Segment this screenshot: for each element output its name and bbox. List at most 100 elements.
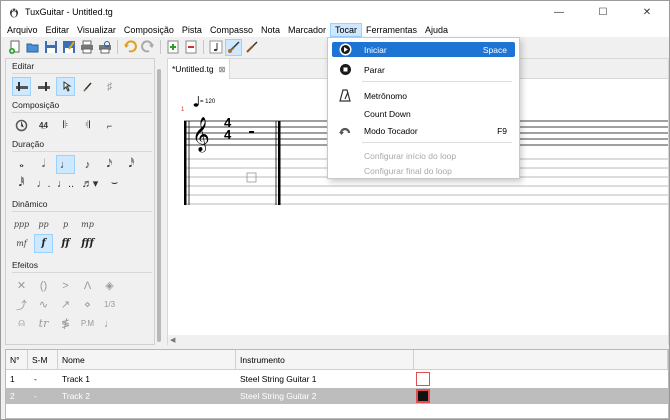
sixteenth-note-button[interactable]: 𝅘𝅥𝅯 [100,155,119,174]
trill-button[interactable]: 1/3 [100,295,119,314]
dynamic-pp-button[interactable]: pp [34,215,53,234]
add-track-button[interactable] [164,39,181,56]
save-button[interactable] [42,39,59,56]
menu-ajuda[interactable]: Ajuda [421,23,452,37]
save-as-button[interactable] [60,39,77,56]
pencil-mode-button[interactable] [78,77,97,96]
tapping-button[interactable]: ⍝ [12,314,31,333]
menu-tocar[interactable]: Tocar [330,23,363,37]
tie-button[interactable]: ⌣ [105,174,124,193]
new-file-button[interactable] [6,39,23,56]
sixty-fourth-note-button[interactable]: 𝅘𝅥𝅱 [12,174,31,193]
menu-visualizar[interactable]: Visualizar [73,23,120,37]
dynamic-p-button[interactable]: p [56,215,75,234]
track-solo-mute[interactable]: - [30,371,37,387]
eighth-note-button[interactable]: ♪ [78,155,97,174]
close-button[interactable]: ✕ [625,1,669,23]
track-row[interactable]: 1 - Track 1 Steel String Guitar 1 [6,371,414,387]
harmonic-button[interactable]: ◈ [100,276,119,295]
open-file-button[interactable] [24,39,41,56]
save-disk-icon [44,41,57,53]
menu-marcador[interactable]: Marcador [284,23,330,37]
tuxguitar-logo-icon [10,8,18,18]
header-instrument[interactable]: Instrumento [236,350,414,370]
hammer-button[interactable]: ⋄ [78,295,97,314]
score-horizontal-scrollbar[interactable]: ◀ [168,335,668,345]
tremolo-picking-button[interactable]: ≸ [56,314,75,333]
tremolo-button[interactable]: tr [34,314,53,333]
menu-item-parar[interactable]: Parar [332,62,515,77]
tuplet-button[interactable]: ♬▾ [78,174,102,193]
redo-button[interactable] [139,39,156,56]
tab-close-icon[interactable]: ⊠ [219,65,226,74]
tab-untitled[interactable]: *Untitled.tg ⊠ [168,59,230,79]
select-mode-button[interactable] [56,77,75,96]
edit-mode-button[interactable] [243,39,260,56]
undo-icon [123,40,137,53]
dynamic-mf-button[interactable]: mf [12,234,31,253]
remove-beat-button[interactable] [34,77,53,96]
tablature-view-button[interactable] [225,38,242,56]
bend-button[interactable]: ⤴ [12,295,31,314]
menu-item-config-inicio-loop[interactable]: Configurar início do loop [332,148,515,163]
track-solo-mute[interactable]: - [30,388,37,404]
menu-nota[interactable]: Nota [257,23,284,37]
dead-note-button[interactable]: ✕ [12,276,31,295]
menu-item-modo-tocador[interactable]: Modo Tocador F9 [332,123,515,138]
menu-arquivo[interactable]: Arquivo [3,23,42,37]
thirty-second-note-button[interactable]: 𝅘𝅥𝅰 [122,155,141,174]
minimize-button[interactable]: — [537,1,581,23]
insert-beat-button[interactable] [12,77,31,96]
timeline-measure-cell[interactable] [416,389,430,403]
remove-track-button[interactable] [182,39,199,56]
half-note-button[interactable]: 𝅗𝅥 [34,155,53,174]
dynamic-ff-button[interactable]: ff [56,234,75,253]
double-dotted-button[interactable]: ♩.. [56,174,75,193]
ghost-note-button[interactable]: () [34,276,53,295]
undo-button[interactable] [121,39,138,56]
slide-button[interactable]: ↗ [56,295,75,314]
header-solo-mute[interactable]: S-M [28,350,58,370]
menu-item-metronomo[interactable]: Metrônomo [332,88,515,103]
menu-item-config-final-loop[interactable]: Configurar final do loop [332,163,515,178]
track-row[interactable]: 2 - Track 2 Steel String Guitar 2 [6,388,414,404]
printer-icon [80,40,93,54]
menu-ferramentas[interactable]: Ferramentas [362,23,421,37]
tempo-button[interactable] [12,116,31,135]
menu-editar[interactable]: Editar [42,23,74,37]
menu-pista[interactable]: Pista [178,23,206,37]
menu-compasso[interactable]: Compasso [206,23,257,37]
maximize-button[interactable]: ☐ [581,1,625,23]
tools-panel-scrollbar[interactable] [157,69,161,342]
staccato-button[interactable]: ♩ [100,314,119,333]
sharp-flat-button[interactable]: ♯ [100,77,119,96]
dotted-button[interactable]: ♩. [34,174,53,193]
track-timeline[interactable] [414,370,668,420]
repeat-close-button[interactable]: 𝄇 [78,116,97,135]
header-number[interactable]: N° [6,350,28,370]
scroll-left-icon[interactable]: ◀ [170,336,175,344]
time-signature-button[interactable]: 4̲4 [34,116,53,135]
dynamic-fff-button[interactable]: fff [78,234,97,253]
alternate-ending-button[interactable]: ⌐ [100,116,119,135]
menu-composicao[interactable]: Composição [120,23,178,37]
score-view-button[interactable] [207,39,224,56]
menu-item-iniciar[interactable]: Iniciar Space [332,42,515,57]
vibrato-button[interactable]: ∿ [34,295,53,314]
menu-item-count-down[interactable]: Count Down [332,106,515,121]
header-name[interactable]: Nome [58,350,236,370]
track-instrument: Steel String Guitar 2 [240,391,317,401]
print-button[interactable] [78,39,95,56]
palm-mute-button[interactable]: P.M [78,314,97,333]
print-preview-button[interactable] [96,39,113,56]
quarter-note-button[interactable]: ♩ [56,155,75,174]
repeat-open-button[interactable]: 𝄆 [56,116,75,135]
heavy-accent-button[interactable]: Λ [78,276,97,295]
whole-note-button[interactable]: 𝅝 [12,155,31,174]
dynamic-f-button[interactable]: f [34,234,53,253]
dynamic-mp-button[interactable]: mp [78,215,97,234]
dynamic-ppp-button[interactable]: ppp [12,215,31,234]
remove-track-icon [185,40,196,54]
accent-button[interactable]: > [56,276,75,295]
timeline-measure-cell[interactable] [416,372,430,386]
